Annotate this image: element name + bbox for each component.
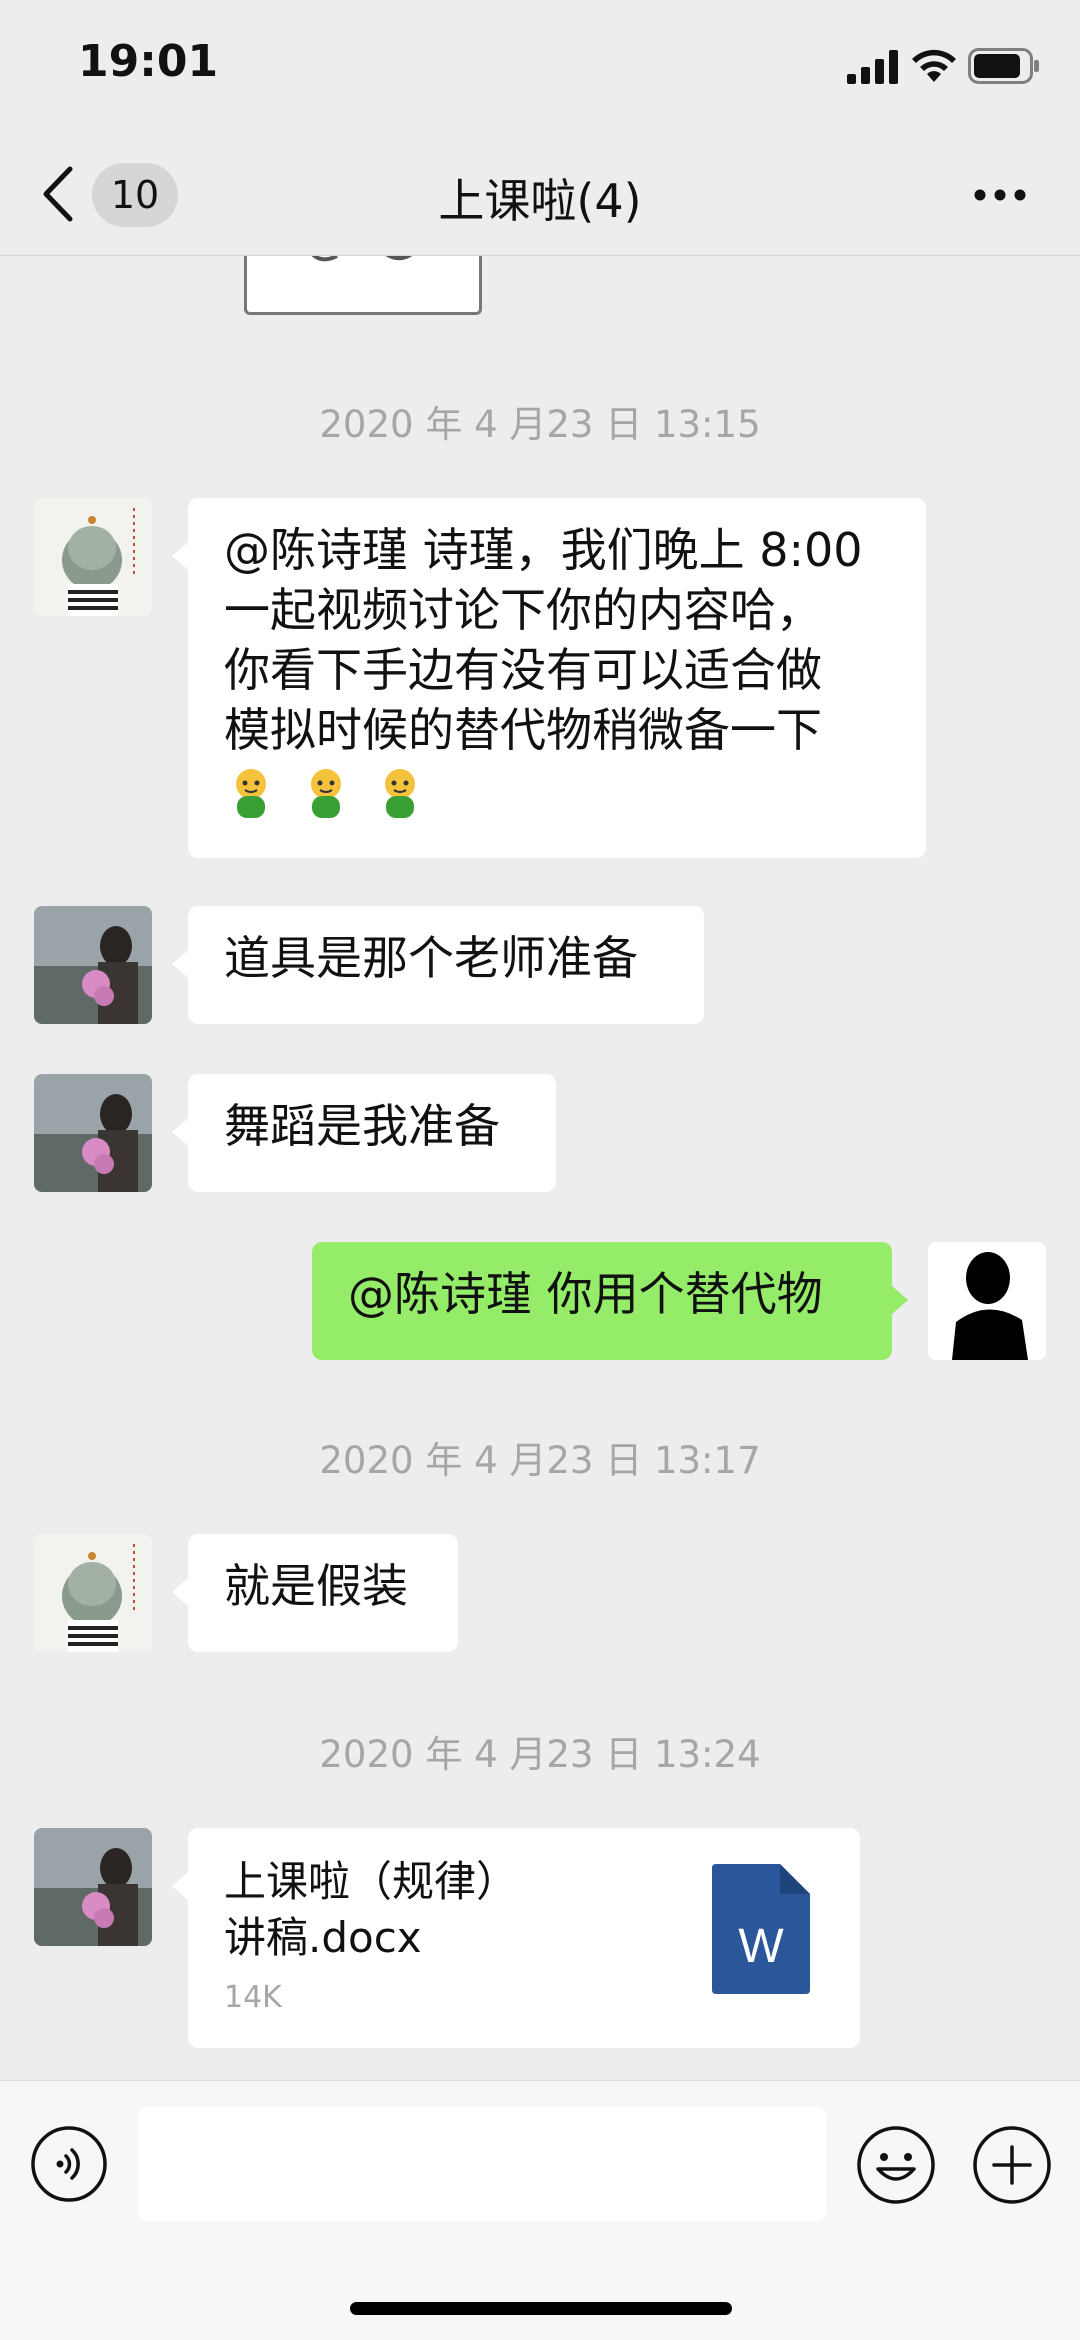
message-bubble[interactable]: 舞蹈是我准备 bbox=[172, 1074, 556, 1192]
message-text-line: 模拟时候的替代物稍微备一下 bbox=[224, 703, 822, 757]
emoji-icon bbox=[236, 768, 266, 818]
message-bubble[interactable]: @陈诗瑾 诗瑾，我们晚上 8:00 一起视频讨论下你的内容哈， 你看下手边有没有… bbox=[172, 498, 926, 858]
message-text-line: @陈诗瑾 诗瑾，我们晚上 8:00 bbox=[224, 523, 863, 577]
message-text: 舞蹈是我准备 bbox=[224, 1099, 500, 1153]
status-time: 19:01 bbox=[78, 36, 219, 87]
clipped-image-message[interactable] bbox=[244, 256, 482, 315]
timestamp: 2020 年 4 月23 日 13:15 bbox=[319, 403, 761, 446]
message-text-line: 你看下手边有没有可以适合做 bbox=[224, 643, 822, 697]
plus-icon[interactable] bbox=[972, 2125, 1052, 2205]
file-name-line: 讲稿.docx bbox=[224, 1913, 422, 1962]
voice-icon[interactable] bbox=[30, 2125, 108, 2203]
file-name: 上课啦（规律） 讲稿.docx bbox=[224, 1854, 664, 1966]
message-text: 就是假装 bbox=[224, 1559, 408, 1613]
message-text: 道具是那个老师准备 bbox=[224, 931, 638, 985]
avatar-photo-girl[interactable] bbox=[34, 1074, 152, 1192]
cellular-signal-icon bbox=[847, 50, 898, 84]
timestamp: 2020 年 4 月23 日 13:17 bbox=[319, 1439, 761, 1482]
emoji-icon bbox=[385, 768, 416, 818]
timestamp: 2020 年 4 月23 日 13:24 bbox=[319, 1733, 761, 1776]
input-toolbar bbox=[0, 2080, 1080, 2340]
avatar-sketch-girl[interactable] bbox=[34, 498, 152, 616]
chat-title: 上课啦(4) bbox=[438, 174, 642, 228]
file-message-card[interactable]: 上课啦（规律） 讲稿.docx 14K W bbox=[172, 1828, 860, 2048]
message-bubble[interactable]: 道具是那个老师准备 bbox=[172, 906, 704, 1024]
wifi-icon bbox=[912, 49, 956, 82]
file-name-line: 上课啦（规律） bbox=[224, 1857, 519, 1906]
more-icon[interactable] bbox=[972, 185, 1028, 205]
chat-message-list[interactable]: 2020 年 4 月23 日 13:15 @陈诗瑾 诗瑾，我们晚上 8:00 一… bbox=[0, 256, 1080, 2080]
message-bubble[interactable]: 就是假装 bbox=[172, 1534, 458, 1652]
avatar-silhouette[interactable] bbox=[928, 1242, 1046, 1360]
message-text: @陈诗瑾 你用个替代物 bbox=[348, 1267, 823, 1321]
emoji-row bbox=[224, 760, 890, 822]
message-text-line: 一起视频讨论下你的内容哈， bbox=[224, 583, 822, 637]
word-icon-letter: W bbox=[738, 1920, 784, 1973]
battery-icon bbox=[968, 48, 1039, 84]
avatar-photo-girl[interactable] bbox=[34, 906, 152, 1024]
avatar-photo-girl[interactable] bbox=[34, 1828, 152, 1946]
my-message-bubble[interactable]: @陈诗瑾 你用个替代物 bbox=[312, 1242, 908, 1360]
word-file-icon: W bbox=[712, 1864, 810, 1994]
file-size: 14K bbox=[224, 1980, 282, 2015]
emoji-icon[interactable] bbox=[856, 2125, 936, 2205]
message-input[interactable] bbox=[138, 2107, 826, 2221]
status-bar: 19:01 bbox=[0, 0, 1080, 135]
home-indicator[interactable] bbox=[350, 2302, 732, 2315]
emoji-icon bbox=[310, 768, 341, 818]
avatar-sketch-girl[interactable] bbox=[34, 1534, 152, 1652]
chat-header: 10 上课啦(4) bbox=[0, 135, 1080, 256]
